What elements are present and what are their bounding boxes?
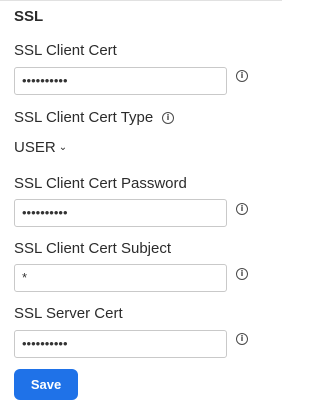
top-divider — [0, 0, 282, 1]
chevron-down-icon: ⌄ — [58, 142, 68, 153]
ssl-client-cert-type-label: SSL Client Cert Type — [14, 109, 154, 126]
info-icon[interactable]: i — [236, 203, 248, 215]
ssl-client-cert-subject-label: SSL Client Cert Subject — [14, 240, 172, 257]
ssl-server-cert-label: SSL Server Cert — [14, 305, 123, 322]
ssl-client-cert-type-value: USER — [14, 139, 56, 156]
ssl-client-cert-field[interactable]: •••••••••• — [14, 67, 227, 95]
ssl-client-cert-subject-field[interactable]: * — [14, 264, 227, 292]
info-icon[interactable]: i — [162, 112, 174, 124]
ssl-server-cert-field[interactable]: •••••••••• — [14, 330, 227, 358]
ssl-client-cert-label: SSL Client Cert — [14, 42, 117, 59]
info-icon[interactable]: i — [236, 333, 248, 345]
ssl-client-cert-type-select[interactable]: USER ⌄ — [14, 139, 67, 157]
section-title: SSL — [14, 8, 44, 25]
info-icon[interactable]: i — [236, 268, 248, 280]
save-button[interactable]: Save — [14, 369, 78, 400]
ssl-client-cert-password-label: SSL Client Cert Password — [14, 175, 187, 192]
ssl-client-cert-password-field[interactable]: •••••••••• — [14, 199, 227, 227]
info-icon[interactable]: i — [236, 70, 248, 82]
